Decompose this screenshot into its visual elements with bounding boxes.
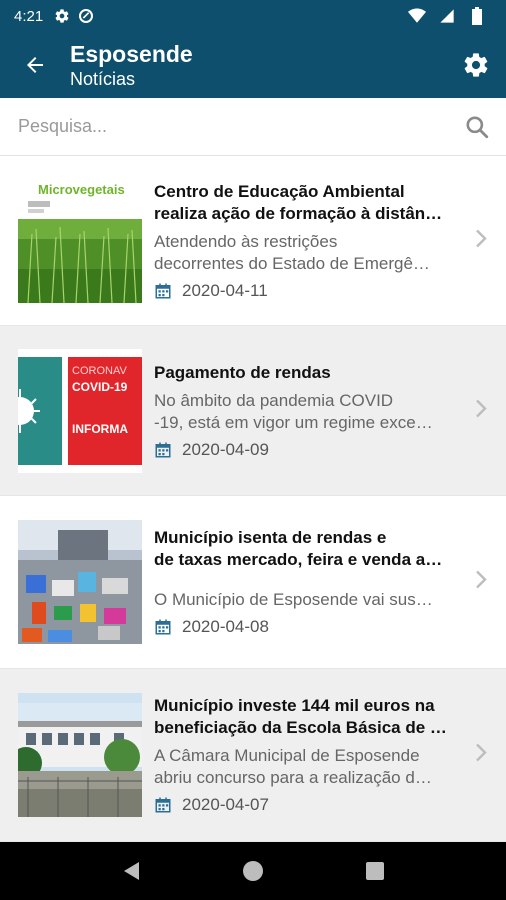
chevron-right-icon	[474, 743, 488, 768]
calendar-icon	[154, 441, 172, 459]
triangle-back-icon	[124, 862, 139, 880]
settings-status-icon	[53, 7, 71, 25]
news-content: Pagamento de rendas No âmbito da pandemi…	[154, 362, 456, 460]
news-item[interactable]: Município investe 144 mil euros na benef…	[0, 669, 506, 842]
status-time: 4:21	[14, 7, 44, 25]
news-date-text: 2020-04-08	[182, 617, 269, 636]
nav-back-button[interactable]	[106, 846, 156, 896]
news-title: Pagamento de rendas	[154, 362, 331, 382]
news-item[interactable]: CORONAV COVID-19 INFORMA Pagamento de re…	[0, 326, 506, 496]
settings-button[interactable]	[446, 32, 506, 98]
news-content: Centro de Educação Ambiental realiza açã…	[154, 181, 456, 301]
news-summary: A Câmara Municipal de Esposende abriu co…	[154, 746, 432, 787]
news-date: 2020-04-09	[154, 440, 456, 460]
nav-home-button[interactable]	[228, 846, 278, 896]
thumbnail-label-1: CORONAV	[72, 365, 127, 377]
app-titles: Esposende Notícias	[70, 40, 193, 90]
news-date-text: 2020-04-11	[182, 280, 268, 300]
thumbnail-label: Microvegetais	[38, 182, 125, 197]
news-thumbnail	[18, 693, 142, 817]
chevron-right-icon	[474, 570, 488, 595]
gear-icon	[464, 53, 488, 77]
news-date: 2020-04-08	[154, 617, 456, 637]
news-date-text: 2020-04-07	[182, 795, 269, 814]
arrow-left-icon	[27, 57, 43, 73]
thumbnail-label-2: COVID-19	[72, 380, 128, 394]
news-thumbnail	[18, 520, 142, 644]
chevron-right-icon	[474, 228, 488, 253]
chevron-right-icon	[474, 398, 488, 423]
news-title: Município investe 144 mil euros na benef…	[154, 696, 447, 737]
news-summary: Atendendo às restrições decorrentes do E…	[154, 231, 430, 273]
news-title: Centro de Educação Ambiental realiza açã…	[154, 181, 443, 223]
news-item[interactable]: Microvegetais Centro de Educação Ambient…	[0, 156, 506, 326]
status-bar: 4:21	[0, 0, 506, 32]
calendar-icon	[154, 796, 172, 814]
news-thumbnail: CORONAV COVID-19 INFORMA	[18, 348, 142, 473]
battery-icon	[468, 7, 486, 25]
search-bar	[0, 97, 506, 156]
circle-home-icon	[243, 861, 263, 881]
news-thumbnail: Microvegetais	[18, 178, 142, 303]
news-summary: O Município de Esposende vai sus…	[154, 590, 433, 609]
app-title: Esposende	[70, 41, 193, 67]
news-content: Município isenta de rendas e de taxas me…	[154, 527, 456, 637]
news-date-text: 2020-04-09	[182, 439, 269, 459]
wifi-icon	[408, 7, 426, 25]
data-saver-icon	[77, 7, 95, 25]
back-button[interactable]	[0, 32, 70, 98]
app-bar: Esposende Notícias	[0, 32, 506, 98]
news-title: Município isenta de rendas e de taxas me…	[154, 528, 443, 569]
search-icon	[466, 115, 489, 138]
search-input[interactable]	[0, 97, 448, 156]
calendar-icon	[154, 618, 172, 636]
news-summary: No âmbito da pandemia COVID -19, está em…	[154, 390, 433, 432]
cellular-icon	[438, 7, 456, 25]
news-list: Microvegetais Centro de Educação Ambient…	[0, 156, 506, 842]
app-subtitle: Notícias	[70, 69, 136, 89]
system-navigation-bar	[0, 842, 506, 900]
news-item[interactable]: Município isenta de rendas e de taxas me…	[0, 496, 506, 669]
news-content: Município investe 144 mil euros na benef…	[154, 695, 456, 815]
square-recents-icon	[366, 862, 384, 880]
news-date: 2020-04-07	[154, 795, 456, 815]
search-button[interactable]	[448, 98, 506, 156]
news-date: 2020-04-11	[154, 281, 456, 301]
calendar-icon	[154, 282, 172, 300]
thumbnail-label-3: INFORMA	[72, 422, 128, 436]
nav-recents-button[interactable]	[350, 846, 400, 896]
